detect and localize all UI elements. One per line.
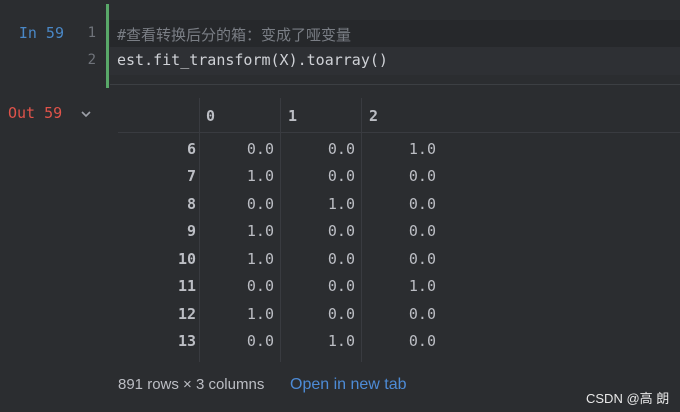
table-cell: 1.0 (246, 250, 274, 268)
table-cell: 0.0 (246, 195, 274, 213)
table-cell: 1.0 (327, 195, 355, 213)
table-cell: 0.0 (246, 332, 274, 350)
table-cell: 0.0 (408, 167, 436, 185)
table-column-header[interactable]: 0 (206, 107, 215, 125)
line-number-1: 1 (87, 25, 96, 41)
row-index: 9 (186, 222, 196, 240)
row-index: 6 (186, 140, 196, 158)
table-cell: 1.0 (246, 167, 274, 185)
table-cell: 0.0 (327, 167, 355, 185)
table-cell: 1.0 (327, 332, 355, 350)
cell-status-bar (106, 4, 109, 88)
table-cell: 1.0 (408, 140, 436, 158)
table-cell: 0.0 (246, 140, 274, 158)
table-cell: 1.0 (408, 277, 436, 295)
watermark: CSDN @高 朗 (586, 391, 670, 406)
table-cell: 0.0 (246, 277, 274, 295)
editor-divider (110, 84, 680, 85)
row-index: 7 (186, 167, 196, 185)
table-cell: 0.0 (408, 222, 436, 240)
table-cell: 0.0 (327, 140, 355, 158)
table-cell: 0.0 (327, 222, 355, 240)
chevron-down-icon[interactable] (80, 108, 92, 120)
table-column-divider (199, 98, 200, 362)
table-cell: 0.0 (408, 250, 436, 268)
table-shape-text: 891 rows × 3 columns (118, 376, 265, 393)
code-editor[interactable] (110, 4, 680, 88)
line-number-2: 2 (87, 52, 96, 68)
table-column-header[interactable]: 1 (288, 107, 297, 125)
table-column-divider (280, 98, 281, 362)
row-index: 12 (177, 305, 196, 323)
output-prompt: Out 59 (8, 104, 63, 122)
open-in-new-tab-link[interactable]: Open in new tab (290, 376, 407, 394)
table-cell: 0.0 (327, 305, 355, 323)
row-index: 11 (177, 277, 196, 295)
table-cell: 0.0 (408, 195, 436, 213)
table-cell: 0.0 (327, 250, 355, 268)
table-column-header[interactable]: 2 (369, 107, 378, 125)
input-prompt: In 59 (18, 24, 64, 42)
code-comment-line[interactable]: #查看转换后分的箱：变成了哑变量 (117, 24, 351, 45)
table-cell: 0.0 (327, 277, 355, 295)
table-cell: 1.0 (246, 305, 274, 323)
table-cell: 1.0 (246, 222, 274, 240)
table-cell: 0.0 (408, 332, 436, 350)
row-index: 8 (186, 195, 196, 213)
row-index: 10 (177, 250, 196, 268)
row-index: 13 (177, 332, 196, 350)
code-statement-line[interactable]: est.fit_transform(X).toarray() (117, 51, 388, 69)
table-cell: 0.0 (408, 305, 436, 323)
table-header-divider (118, 132, 680, 133)
table-column-divider (361, 98, 362, 362)
